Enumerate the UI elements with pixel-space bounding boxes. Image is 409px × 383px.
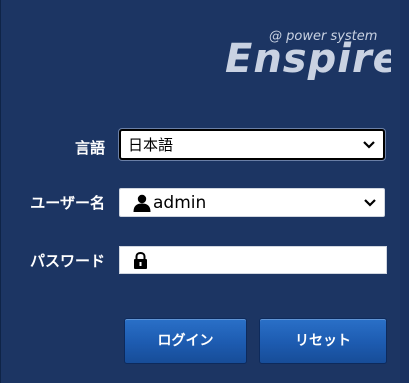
language-value: 日本語 <box>128 136 174 154</box>
reset-button[interactable]: リセット <box>259 318 387 364</box>
lock-icon <box>134 252 147 269</box>
chevron-down-icon <box>364 198 376 207</box>
password-label: パスワード <box>29 252 105 270</box>
username-label: ユーザー名 <box>30 194 105 212</box>
language-select[interactable]: 日本語 <box>119 129 385 160</box>
password-input[interactable] <box>119 246 387 274</box>
logo-name: Enspire <box>225 36 391 80</box>
chevron-down-icon <box>363 140 375 149</box>
language-label: 言語 <box>74 139 105 157</box>
username-select[interactable]: admin <box>119 188 385 217</box>
username-value: admin <box>153 193 207 213</box>
login-panel: @ power system Enspire 言語 日本語 ユーザー名 admi… <box>0 0 409 383</box>
login-button[interactable]: ログイン <box>124 318 247 364</box>
panel-edge <box>400 0 409 383</box>
enspire-logo: @ power system Enspire <box>221 20 391 80</box>
user-icon <box>133 194 151 212</box>
